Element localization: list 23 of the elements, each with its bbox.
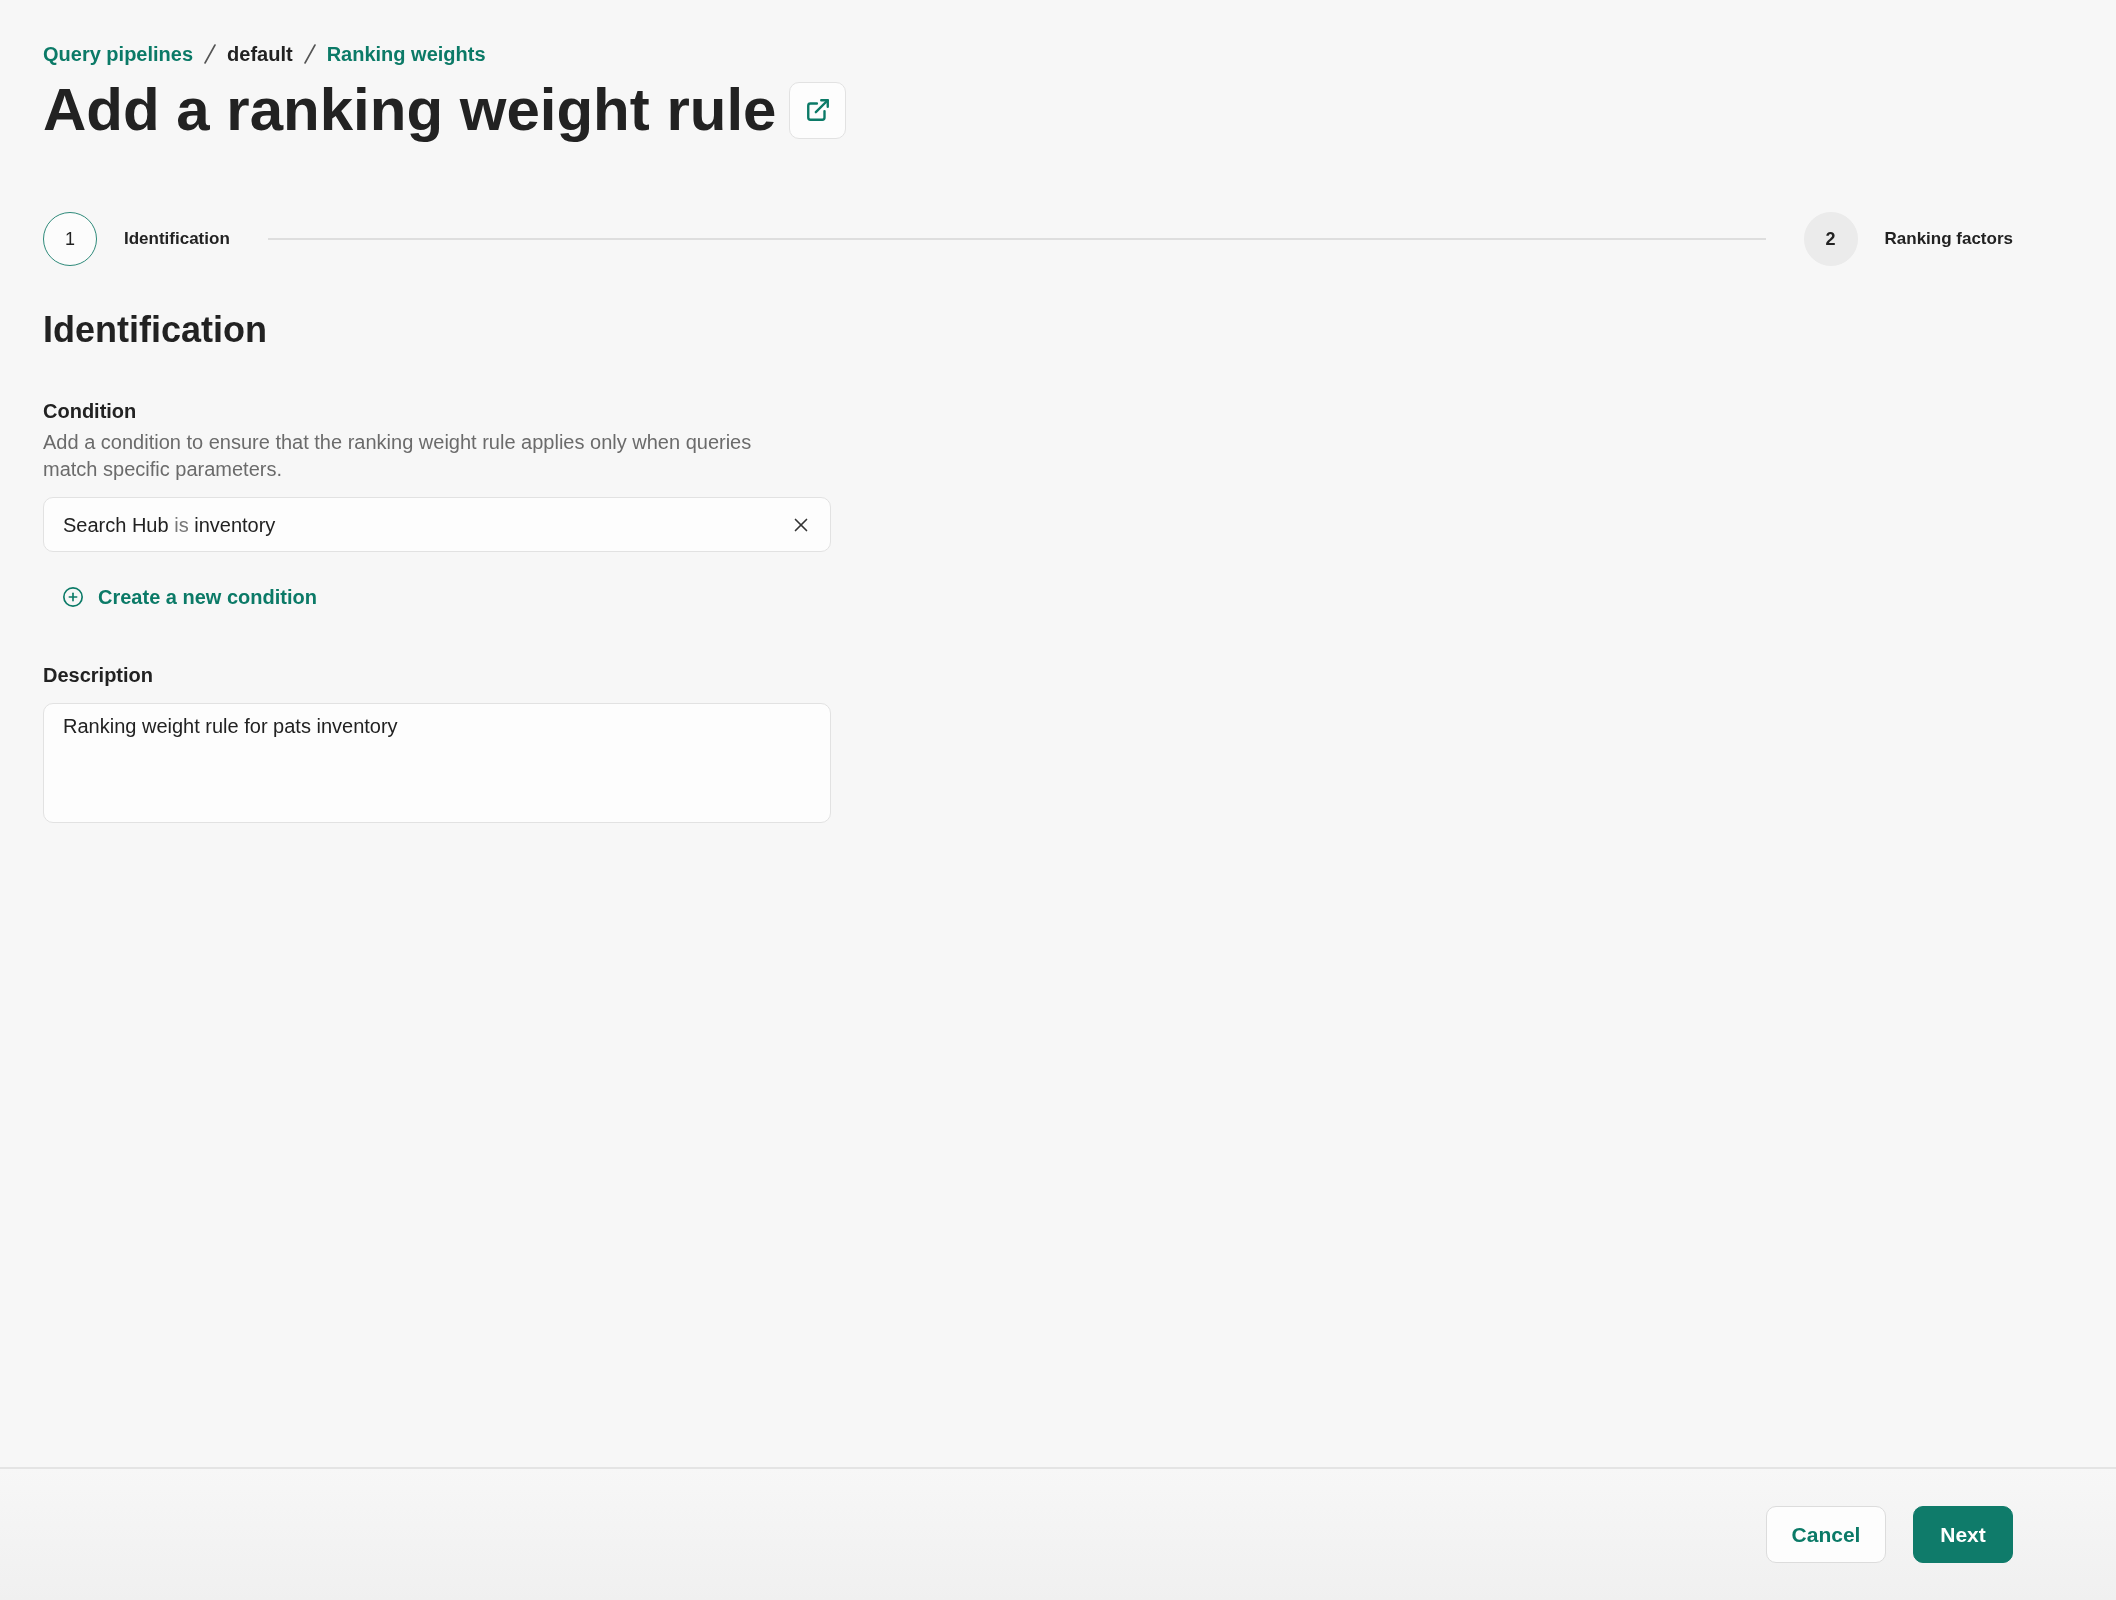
external-link-icon [804, 97, 831, 123]
description-field[interactable]: Ranking weight rule for pats inventory [43, 703, 831, 823]
condition-text: Search Hub is inventory [63, 512, 276, 538]
plus-circle-icon [62, 586, 84, 608]
cancel-button[interactable]: Cancel [1766, 1506, 1886, 1563]
section-heading: Identification [43, 308, 267, 352]
breadcrumb-link[interactable]: Query pipelines [43, 39, 194, 69]
step-number: 1 [43, 212, 97, 266]
step-label: Ranking factors [1884, 228, 2013, 251]
open-external-button[interactable] [789, 81, 847, 139]
page-title: Add a ranking weight rule [43, 78, 777, 142]
step-number: 2 [1803, 212, 1858, 266]
slash-icon [204, 44, 217, 64]
condition-field[interactable]: Search Hub is inventory [43, 497, 831, 552]
condition-help-text: Add a condition to ensure that the ranking weight rule applies only when queries match specific parameters. [43, 430, 753, 482]
breadcrumb-current: default [227, 42, 293, 67]
next-button[interactable]: Next [1913, 1506, 2013, 1563]
slash-icon [303, 44, 316, 64]
breadcrumb-link[interactable]: Ranking weights [326, 39, 486, 69]
step-label: Identification [124, 228, 230, 251]
create-condition-link[interactable]: Create a new condition [62, 577, 317, 617]
condition-label: Condition [43, 399, 137, 424]
description-label: Description [43, 663, 154, 688]
